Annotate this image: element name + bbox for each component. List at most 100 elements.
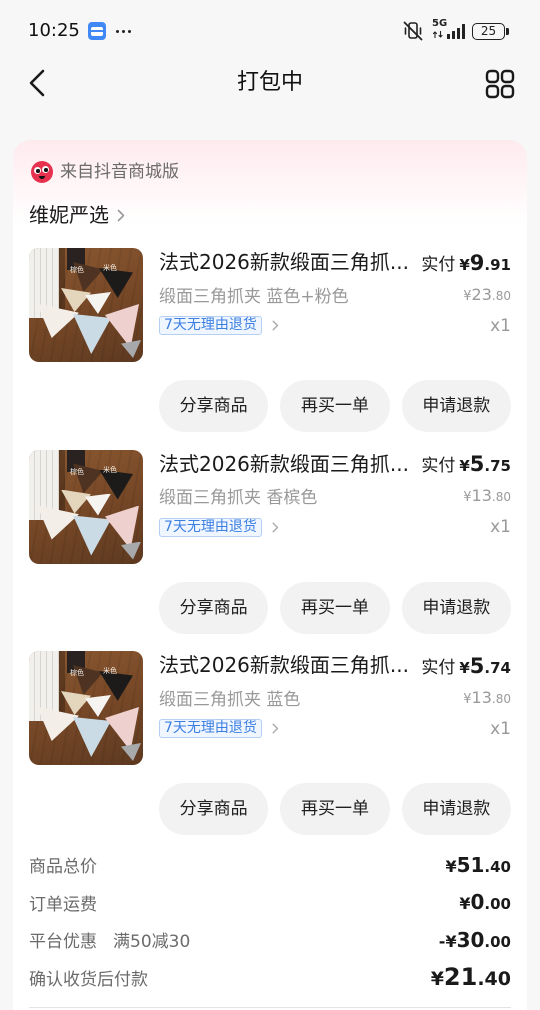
photo-clip-blue bbox=[73, 717, 111, 757]
divider bbox=[29, 1007, 511, 1008]
chevron-right-icon bbox=[117, 209, 125, 221]
shipping-row: 订单运费 ¥0.00 bbox=[29, 884, 511, 922]
amount-decimal: .80 bbox=[491, 288, 511, 303]
photo-clip-champagne bbox=[61, 288, 91, 312]
shipping-label: 订单运费 bbox=[29, 894, 97, 915]
product-image[interactable]: 棕色 米色 bbox=[29, 248, 143, 362]
return-policy-tag[interactable]: 7天无理由退货 bbox=[159, 719, 279, 738]
paid-label: 实付 bbox=[421, 456, 456, 476]
amount-decimal: .74 bbox=[484, 658, 511, 677]
buy-again-button[interactable]: 再买一单 bbox=[280, 783, 390, 835]
photo-color-label: 米色 bbox=[103, 264, 117, 272]
battery-nub bbox=[506, 28, 509, 35]
order-card: 来自抖音商城版 维妮严选 棕色 米色 法式2026新款缎面三角抓... 实付 ¥9… bbox=[13, 140, 527, 1010]
product-actions: 分享商品 再买一单 申请退款 bbox=[159, 783, 511, 835]
original-price: ¥23.80 bbox=[463, 285, 511, 304]
product-item: 棕色 米色 法式2026新款缎面三角抓... 实付 ¥5.75 缎面三角抓夹 香槟… bbox=[13, 449, 527, 634]
grid-icon[interactable] bbox=[485, 69, 515, 99]
currency-symbol: ¥ bbox=[459, 255, 470, 274]
price-summary: 商品总价 ¥51.40 订单运费 ¥0.00 平台优惠 满50减30 - ¥30.… bbox=[29, 846, 511, 996]
product-quantity: x1 bbox=[490, 315, 511, 336]
paid-label: 实付 bbox=[421, 657, 456, 678]
buy-again-button[interactable]: 再买一单 bbox=[280, 380, 390, 432]
product-spec: 缎面三角抓夹 香槟色 bbox=[159, 488, 318, 508]
product-title-row: 法式2026新款缎面三角抓... 实付 ¥5.75 bbox=[159, 450, 511, 478]
photo-color-label: 棕色 bbox=[70, 669, 84, 677]
currency-symbol: ¥ bbox=[445, 931, 457, 951]
amount-integer: 23 bbox=[471, 284, 492, 304]
currency-symbol: ¥ bbox=[459, 457, 470, 475]
product-title[interactable]: 法式2026新款缎面三角抓... bbox=[159, 248, 409, 276]
signal-icon bbox=[447, 23, 466, 39]
return-policy-tag[interactable]: 7天无理由退货 bbox=[159, 316, 279, 335]
amount-integer: 5 bbox=[469, 452, 485, 476]
product-item: 棕色 米色 法式2026新款缎面三角抓... 实付 ¥9.91 缎面三角抓夹 蓝色… bbox=[13, 248, 527, 432]
product-title[interactable]: 法式2026新款缎面三角抓... bbox=[159, 651, 409, 679]
discount-detail: 满50减30 bbox=[113, 932, 191, 953]
more-dots-icon bbox=[116, 30, 132, 33]
photo-clip-champagne bbox=[61, 691, 91, 715]
request-refund-button[interactable]: 申请退款 bbox=[401, 581, 511, 634]
product-service-row: 7天无理由退货 x1 bbox=[159, 315, 511, 336]
photo-clip-white bbox=[85, 292, 111, 314]
buy-again-button[interactable]: 再买一单 bbox=[280, 581, 390, 634]
product-image[interactable]: 棕色 米色 bbox=[29, 449, 143, 564]
chevron-right-icon bbox=[272, 522, 279, 533]
service-tag[interactable]: 7天无理由退货 bbox=[159, 517, 262, 537]
currency-symbol: ¥ bbox=[430, 968, 444, 991]
product-item: 棕色 米色 法式2026新款缎面三角抓... 实付 ¥5.74 缎面三角抓夹 蓝色… bbox=[13, 651, 527, 835]
share-product-button[interactable]: 分享商品 bbox=[159, 783, 269, 835]
photo-clip-white bbox=[85, 493, 111, 516]
paid-price: 实付 ¥9.91 bbox=[421, 250, 511, 275]
photo-color-label: 棕色 bbox=[70, 467, 84, 476]
discount-value: - ¥30.00 bbox=[439, 928, 511, 952]
service-tag[interactable]: 7天无理由退货 bbox=[159, 316, 262, 335]
photo-color-label: 米色 bbox=[103, 667, 117, 675]
product-spec: 缎面三角抓夹 蓝色 bbox=[159, 689, 301, 710]
photo-clip-blue bbox=[73, 515, 111, 556]
data-arrows-icon bbox=[432, 31, 443, 38]
paid-label: 实付 bbox=[421, 254, 456, 275]
pay-on-receipt-value: ¥21.40 bbox=[431, 963, 511, 991]
back-button[interactable] bbox=[26, 68, 50, 98]
product-title[interactable]: 法式2026新款缎面三角抓... bbox=[159, 450, 409, 478]
discount-row: 平台优惠 满50减30 - ¥30.00 bbox=[29, 921, 511, 959]
shop-link[interactable]: 维妮严选 bbox=[29, 201, 527, 229]
shipping-value: ¥0.00 bbox=[459, 890, 511, 914]
product-service-row: 7天无理由退货 x1 bbox=[159, 517, 511, 537]
share-product-button[interactable]: 分享商品 bbox=[159, 581, 269, 634]
photo-clip-gray bbox=[121, 541, 141, 560]
amount-decimal: .00 bbox=[484, 932, 511, 951]
product-list: 棕色 米色 法式2026新款缎面三角抓... 实付 ¥9.91 缎面三角抓夹 蓝色… bbox=[13, 248, 527, 835]
product-spec-row: 缎面三角抓夹 蓝色+粉色 ¥23.80 bbox=[159, 280, 511, 308]
chevron-right-icon bbox=[272, 723, 279, 734]
return-policy-tag[interactable]: 7天无理由退货 bbox=[159, 517, 279, 537]
amount-decimal: .80 bbox=[491, 490, 511, 504]
amount-decimal: .40 bbox=[477, 968, 511, 991]
photo-shadow bbox=[59, 449, 65, 516]
request-refund-button[interactable]: 申请退款 bbox=[401, 380, 511, 432]
page-title: 打包中 bbox=[236, 70, 303, 95]
source-label: 来自抖音商城版 bbox=[60, 162, 179, 182]
currency-symbol: ¥ bbox=[445, 856, 457, 876]
shop-name[interactable]: 维妮严选 bbox=[29, 201, 109, 229]
product-quantity: x1 bbox=[490, 718, 511, 739]
pay-on-receipt-label: 确认收货后付款 bbox=[29, 969, 148, 990]
discount-info: 平台优惠 满50减30 bbox=[29, 927, 190, 952]
request-refund-button[interactable]: 申请退款 bbox=[401, 783, 511, 835]
service-tag[interactable]: 7天无理由退货 bbox=[159, 719, 262, 738]
amount-integer: 0 bbox=[470, 890, 485, 915]
product-title-row: 法式2026新款缎面三角抓... 实付 ¥9.91 bbox=[159, 248, 511, 276]
minus-sign: - bbox=[438, 931, 446, 951]
photo-clip-gray bbox=[121, 743, 141, 761]
goods-total-row: 商品总价 ¥51.40 bbox=[29, 846, 511, 884]
photo-color-label: 米色 bbox=[103, 465, 117, 474]
amount-integer: 13 bbox=[471, 687, 492, 707]
share-product-button[interactable]: 分享商品 bbox=[159, 380, 269, 432]
product-info: 法式2026新款缎面三角抓... 实付 ¥5.74 缎面三角抓夹 蓝色 ¥13.8… bbox=[159, 651, 511, 739]
original-price: ¥13.80 bbox=[463, 486, 511, 505]
chevron-right-icon bbox=[272, 320, 279, 331]
order-source: 来自抖音商城版 bbox=[31, 160, 527, 184]
product-title-row: 法式2026新款缎面三角抓... 实付 ¥5.74 bbox=[159, 651, 511, 679]
product-image[interactable]: 棕色 米色 bbox=[29, 651, 143, 765]
